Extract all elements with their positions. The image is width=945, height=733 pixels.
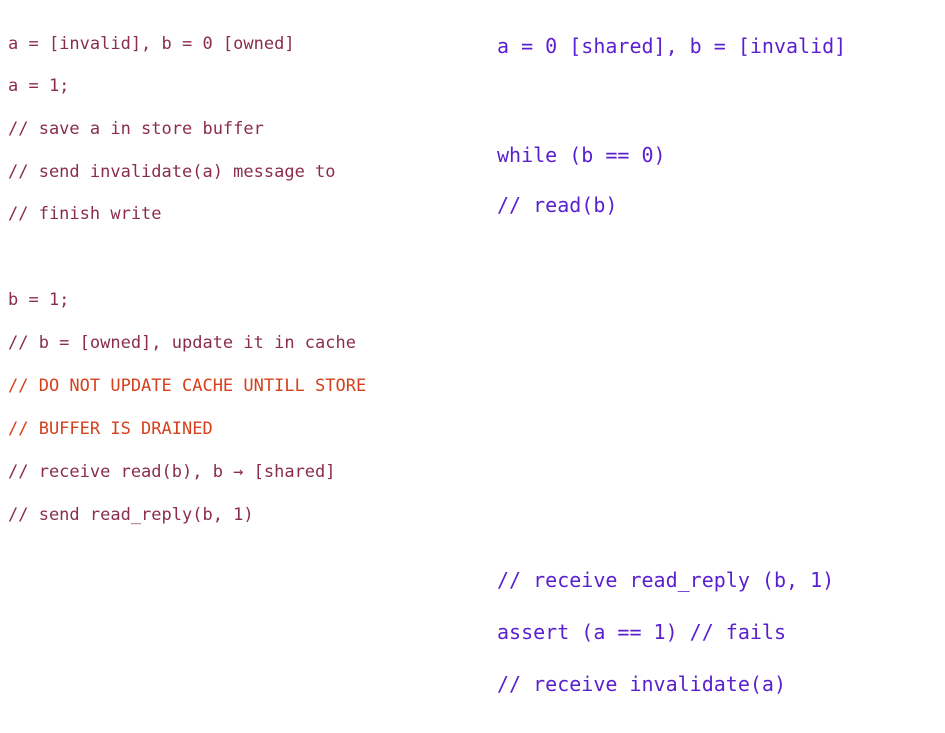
- cpu0-assign-a: a = 1;: [8, 76, 70, 96]
- cpu0-comment-receive-read: // receive read(b), b → [shared]: [8, 462, 336, 482]
- cpu0-warning-line-1: // DO NOT UPDATE CACHE UNTILL STORE: [8, 376, 367, 396]
- cpu1-comment-read-b: // read(b): [497, 193, 618, 217]
- cpu0-assign-b: b = 1;: [8, 290, 70, 310]
- cpu1-while-loop: while (b == 0): [497, 143, 666, 167]
- cpu0-initial-state: a = [invalid], b = 0 [owned]: [8, 34, 295, 54]
- cpu0-comment-finish-write: // finish write: [8, 204, 162, 224]
- cpu1-assert-fails: assert (a == 1) // fails: [497, 620, 786, 644]
- cpu0-comment-store-buffer: // save a in store buffer: [8, 119, 264, 139]
- cpu0-comment-update-cache: // b = [owned], update it in cache: [8, 333, 356, 353]
- cpu0-comment-send-invalidate: // send invalidate(a) message to: [8, 162, 336, 182]
- cpu0-warning-line-2: // BUFFER IS DRAINED: [8, 419, 213, 439]
- cpu1-initial-state: a = 0 [shared], b = [invalid]: [497, 34, 847, 58]
- cpu1-comment-receive-read-reply: // receive read_reply (b, 1): [497, 568, 835, 592]
- cpu1-comment-receive-invalidate: // receive invalidate(a): [497, 672, 786, 696]
- cpu0-comment-send-read-reply: // send read_reply(b, 1): [8, 505, 254, 525]
